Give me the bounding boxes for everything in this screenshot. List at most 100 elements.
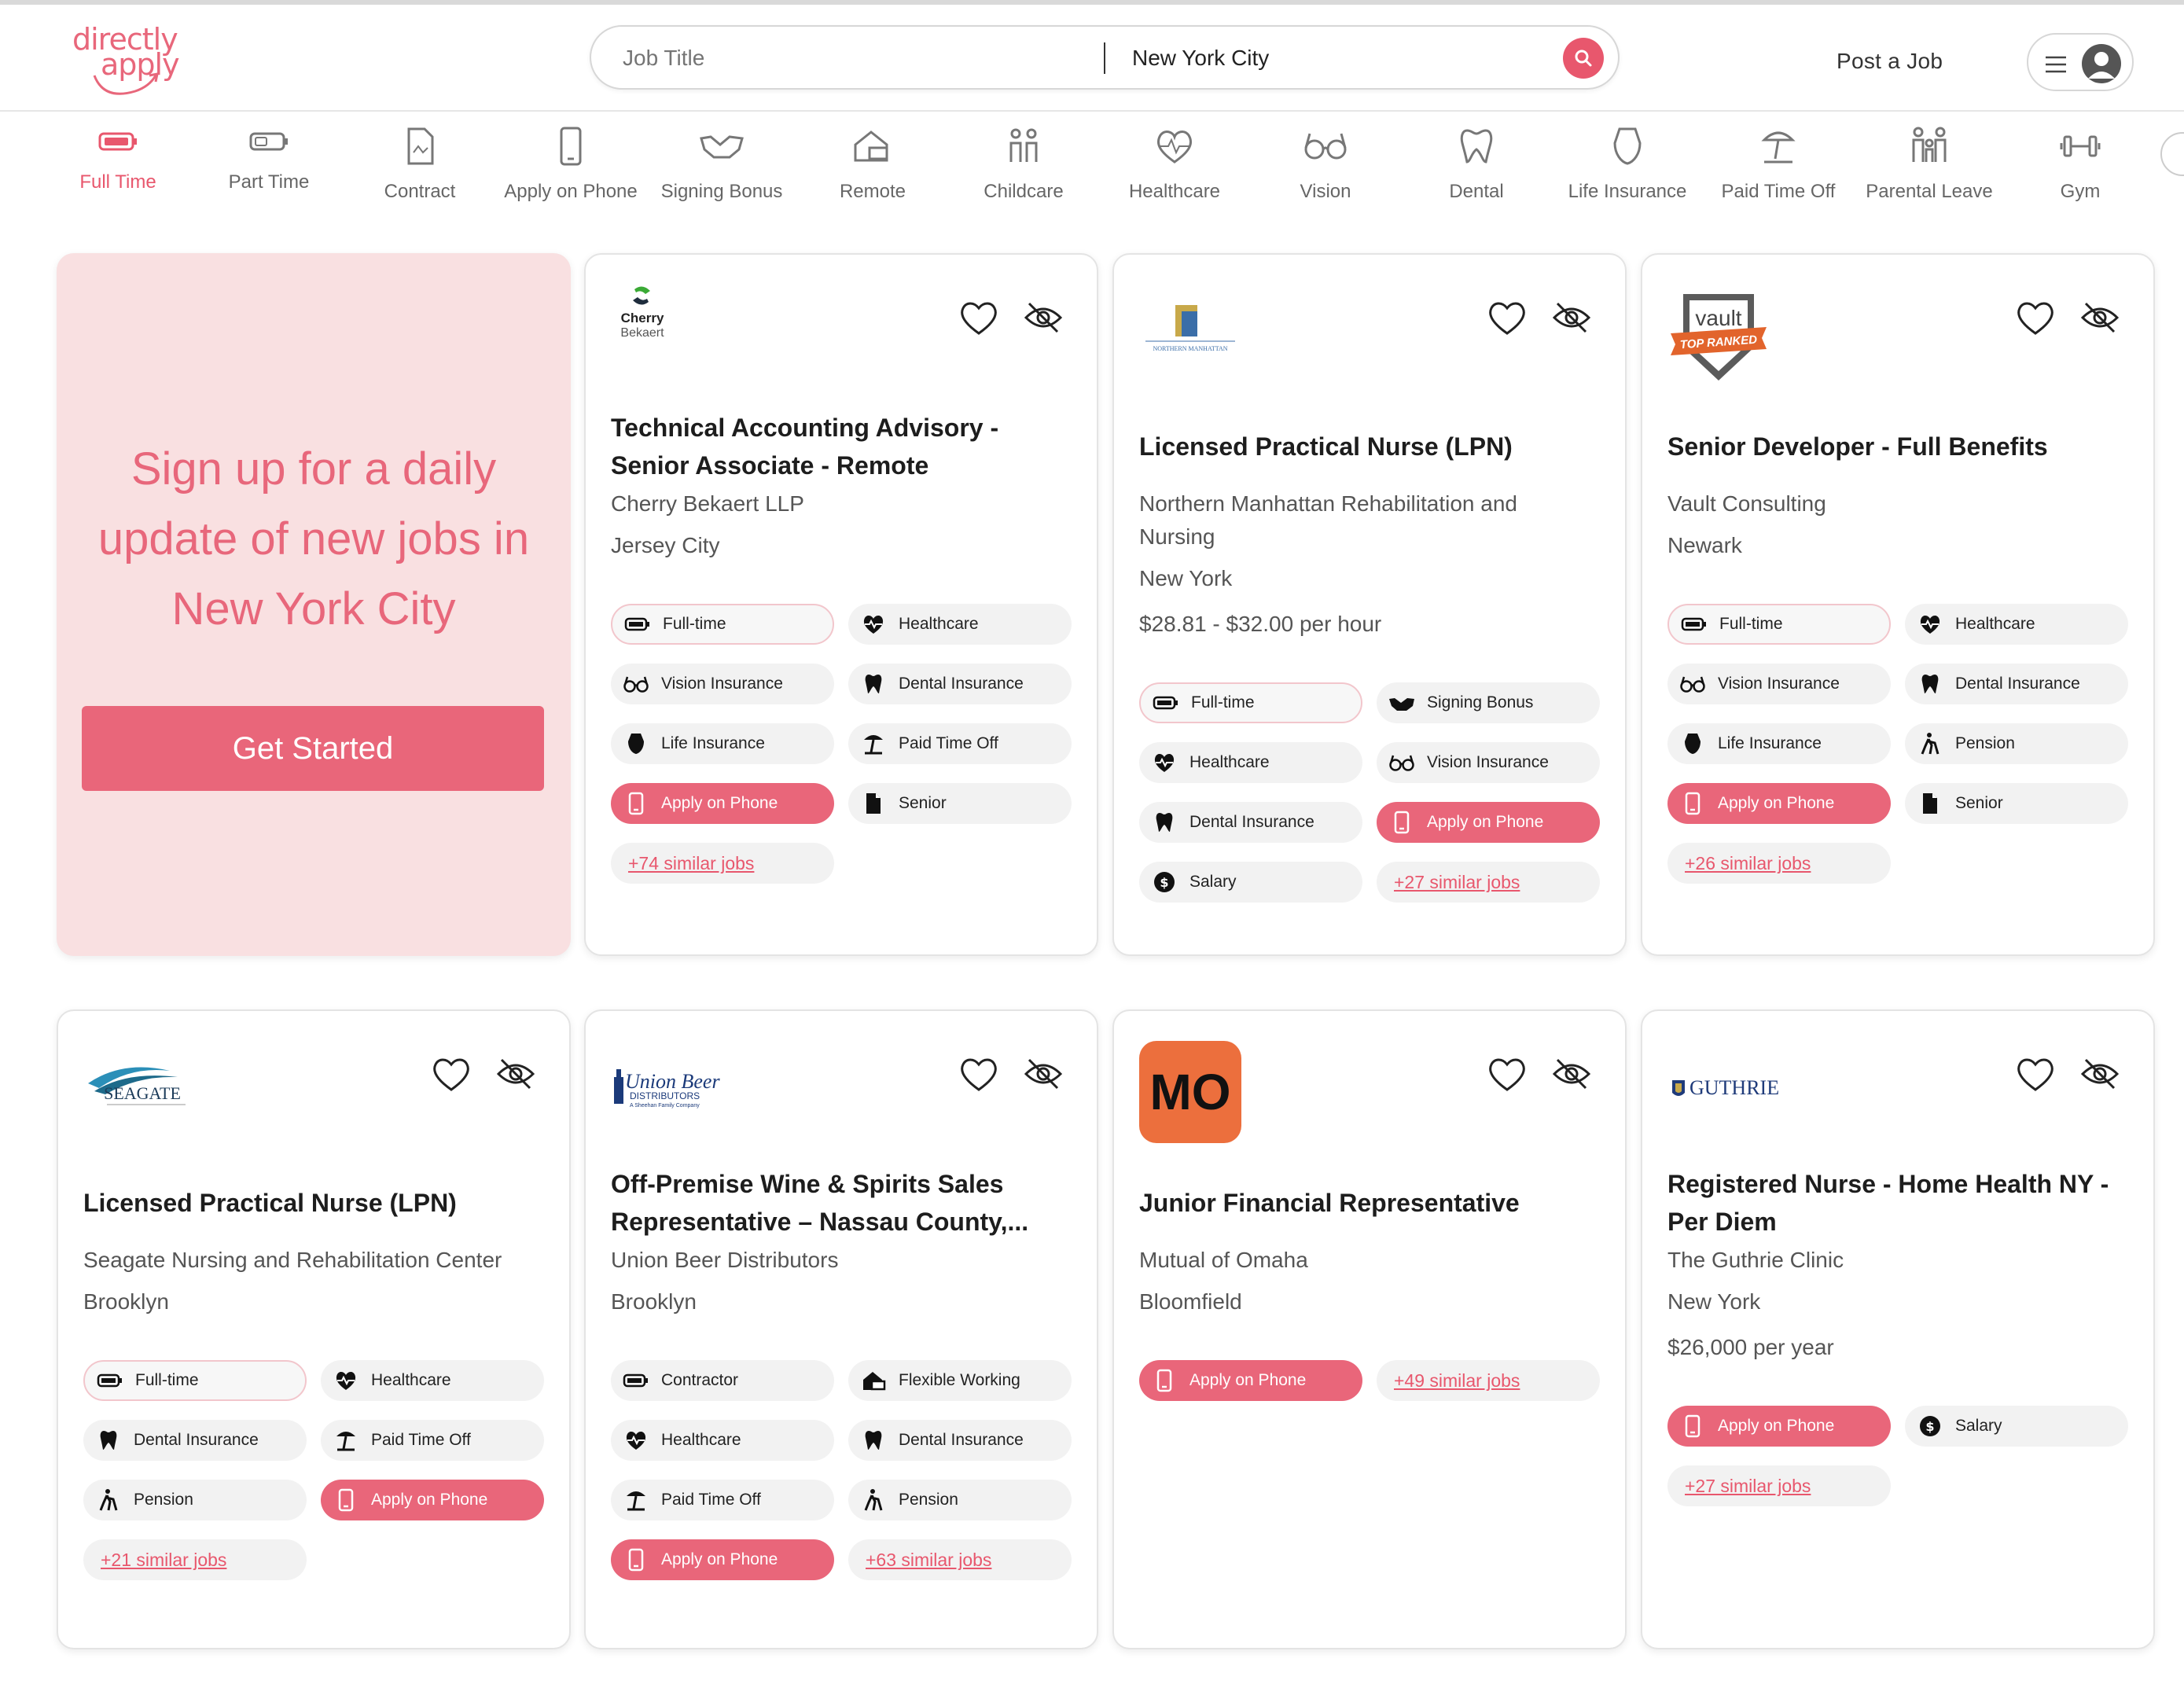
svg-text:vault: vault bbox=[1695, 306, 1741, 330]
benefit-tag-full-time: Full-time bbox=[1139, 682, 1362, 723]
similar-jobs-link[interactable]: +27 similar jobs bbox=[1667, 1465, 1891, 1506]
directly-apply-logo[interactable]: directly apply bbox=[72, 22, 182, 101]
hide-job-eye-off-icon[interactable] bbox=[495, 1055, 536, 1093]
save-job-heart-icon[interactable] bbox=[2015, 1055, 2056, 1093]
promo-text: Sign up for a daily update of new jobs i… bbox=[88, 434, 539, 644]
hide-job-eye-off-icon[interactable] bbox=[2079, 1055, 2120, 1093]
benefit-tag-label: Apply on Phone bbox=[1718, 1417, 1835, 1435]
benefit-tag-dental-insurance: Dental Insurance bbox=[83, 1420, 307, 1461]
similar-jobs-link[interactable]: +21 similar jobs bbox=[83, 1539, 307, 1580]
category-apply-on-phone[interactable]: Apply on Phone bbox=[496, 126, 645, 212]
benefit-tag-label: Dental Insurance bbox=[899, 675, 1024, 693]
save-job-heart-icon[interactable] bbox=[958, 299, 999, 336]
job-title[interactable]: Licensed Practical Nurse (LPN) bbox=[1139, 428, 1603, 465]
similar-jobs-link[interactable]: +63 similar jobs bbox=[848, 1539, 1072, 1580]
hide-job-eye-off-icon[interactable] bbox=[2079, 299, 2120, 336]
job-title[interactable]: Licensed Practical Nurse (LPN) bbox=[83, 1184, 547, 1222]
benefit-tag-vision-insurance: Vision Insurance bbox=[1667, 664, 1891, 704]
apply-on-phone-icon bbox=[622, 789, 650, 818]
save-job-heart-icon[interactable] bbox=[431, 1055, 472, 1093]
category-label: Dental bbox=[1449, 181, 1504, 202]
category-gym[interactable]: Gym bbox=[2006, 126, 2155, 212]
benefit-tag-apply-on-phone[interactable]: Apply on Phone bbox=[321, 1480, 544, 1520]
benefit-tag-paid-time-off: Paid Time Off bbox=[848, 723, 1072, 764]
job-card[interactable]: Union Beer DISTRIBUTORS A Sheehan Family C… bbox=[584, 1009, 1098, 1649]
benefit-tag-healthcare: Healthcare bbox=[848, 604, 1072, 645]
tooth-icon bbox=[1460, 129, 1493, 164]
battery-full-icon bbox=[98, 132, 137, 151]
benefit-tag-apply-on-phone[interactable]: Apply on Phone bbox=[1667, 1406, 1891, 1447]
job-card[interactable]: SEAGATE Licensed Practical Nurse (LPN) Sea… bbox=[57, 1009, 571, 1649]
job-title[interactable]: Senior Developer - Full Benefits bbox=[1667, 428, 2131, 465]
job-title[interactable]: Off-Premise Wine & Spirits Sales Represen… bbox=[611, 1165, 1075, 1241]
job-card[interactable]: Cherry Bekaert Technical Accounting Adviso… bbox=[584, 253, 1098, 956]
hide-job-eye-off-icon[interactable] bbox=[1023, 299, 1064, 336]
company-name: Northern Manhattan Rehabilitation and Nur… bbox=[1139, 487, 1603, 553]
save-job-heart-icon[interactable] bbox=[2015, 299, 2056, 336]
seagate-logo-icon: SEAGATE bbox=[88, 1067, 186, 1105]
hide-job-eye-off-icon[interactable] bbox=[1023, 1055, 1064, 1093]
similar-jobs-link[interactable]: +74 similar jobs bbox=[611, 843, 834, 884]
benefit-tag-senior: Senior bbox=[848, 783, 1072, 824]
category-dental[interactable]: Dental bbox=[1402, 126, 1551, 212]
home-laptop-icon bbox=[854, 131, 888, 162]
category-signing-bonus[interactable]: Signing Bonus bbox=[647, 126, 796, 212]
cherry-bekaert-logo-icon: CherryBekaert bbox=[620, 286, 664, 340]
job-title[interactable]: Technical Accounting Advisory - Senior As… bbox=[611, 409, 1075, 484]
category-life-insurance[interactable]: Life Insurance bbox=[1553, 126, 1702, 212]
company-name: Seagate Nursing and Rehabilitation Cente… bbox=[83, 1244, 547, 1277]
job-card[interactable]: GUTHRIE Registered Nurse - Home Health NY… bbox=[1641, 1009, 2155, 1649]
user-menu-button[interactable] bbox=[2027, 33, 2134, 91]
vision-insurance-icon bbox=[1388, 748, 1416, 777]
category-healthcare[interactable]: Healthcare bbox=[1100, 126, 1249, 212]
category-part-time[interactable]: Part Time bbox=[194, 126, 344, 212]
category-label: Healthcare bbox=[1128, 181, 1221, 202]
handshake-icon bbox=[700, 135, 744, 159]
benefit-tag-label: Dental Insurance bbox=[134, 1431, 259, 1449]
category-childcare[interactable]: Childcare bbox=[949, 126, 1098, 212]
contractor-icon bbox=[622, 1366, 650, 1395]
union-beer-logo-icon: Union BeerDISTRIBUTORS A Sheehan Family C… bbox=[614, 1069, 720, 1109]
benefit-tag-apply-on-phone[interactable]: Apply on Phone bbox=[1139, 1360, 1362, 1401]
company-name: Cherry Bekaert LLP bbox=[611, 487, 1075, 520]
job-location: Brooklyn bbox=[83, 1289, 169, 1314]
category-full-time[interactable]: Full Time bbox=[43, 126, 193, 212]
category-paid-time-off[interactable]: Paid Time Off bbox=[1704, 126, 1853, 212]
job-title[interactable]: Junior Financial Representative bbox=[1139, 1184, 1603, 1222]
company-name: The Guthrie Clinic bbox=[1667, 1244, 2131, 1277]
job-title-input[interactable] bbox=[623, 44, 1031, 72]
svg-text:GUTHRIE: GUTHRIE bbox=[1689, 1076, 1779, 1099]
similar-jobs-link[interactable]: +49 similar jobs bbox=[1377, 1360, 1600, 1401]
save-job-heart-icon[interactable] bbox=[1487, 1055, 1528, 1093]
healthcare-icon bbox=[622, 1426, 650, 1454]
job-card[interactable]: NORTHERN MANHATTAN Licensed Practical Nur… bbox=[1112, 253, 1627, 956]
job-title[interactable]: Registered Nurse - Home Health NY - Per D… bbox=[1667, 1165, 2131, 1241]
category-vision[interactable]: Vision bbox=[1251, 126, 1400, 212]
save-job-heart-icon[interactable] bbox=[958, 1055, 999, 1093]
job-location: New York bbox=[1139, 566, 1233, 590]
hide-job-eye-off-icon[interactable] bbox=[1551, 299, 1592, 336]
senior-icon bbox=[1916, 789, 1944, 818]
location-input[interactable] bbox=[1132, 44, 1525, 72]
job-card[interactable]: MO Junior Financial Representative Mutual … bbox=[1112, 1009, 1627, 1649]
similar-jobs-link[interactable]: +26 similar jobs bbox=[1667, 843, 1891, 884]
job-card[interactable]: vault TOP RANKED Senior Developer - Full B… bbox=[1641, 253, 2155, 956]
apply-on-phone-icon bbox=[1150, 1366, 1178, 1395]
benefit-tag-apply-on-phone[interactable]: Apply on Phone bbox=[611, 783, 834, 824]
category-parental-leave[interactable]: Parental Leave bbox=[1855, 126, 2004, 212]
benefit-tag-apply-on-phone[interactable]: Apply on Phone bbox=[1377, 802, 1600, 843]
company-logo: SEAGATE bbox=[83, 1060, 193, 1119]
category-contract[interactable]: Contract bbox=[345, 126, 495, 212]
post-a-job-link[interactable]: Post a Job bbox=[1837, 49, 1943, 74]
hide-job-eye-off-icon[interactable] bbox=[1551, 1055, 1592, 1093]
benefit-tag-apply-on-phone[interactable]: Apply on Phone bbox=[611, 1539, 834, 1580]
get-started-button[interactable]: Get Started bbox=[82, 706, 544, 791]
similar-jobs-link[interactable]: +27 similar jobs bbox=[1377, 862, 1600, 903]
category-remote[interactable]: Remote bbox=[798, 126, 947, 212]
paid-time-off-icon bbox=[332, 1426, 360, 1454]
benefit-tag-label: Dental Insurance bbox=[1189, 813, 1314, 831]
search-button[interactable] bbox=[1563, 38, 1604, 79]
category-label: Life Insurance bbox=[1568, 181, 1687, 202]
benefit-tag-apply-on-phone[interactable]: Apply on Phone bbox=[1667, 783, 1891, 824]
save-job-heart-icon[interactable] bbox=[1487, 299, 1528, 336]
